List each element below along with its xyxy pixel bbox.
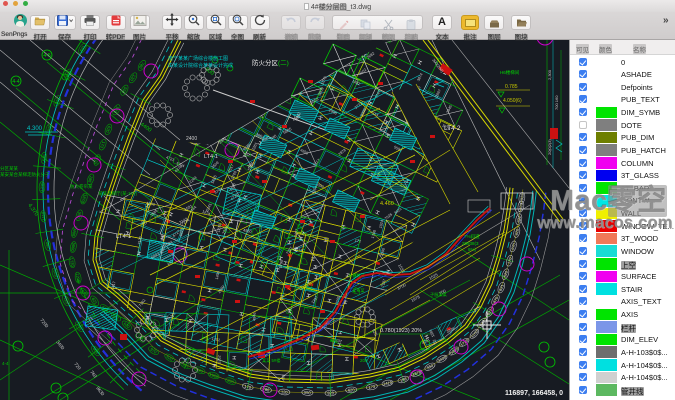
svg-text:某草某: 某草某 <box>352 287 365 294</box>
svg-text:子服某某: 子服某某 <box>430 291 448 298</box>
svg-text:550: 550 <box>304 390 312 396</box>
svg-text:1720: 1720 <box>39 182 44 192</box>
svg-text:20|0|2(3): 20|0|2(3) <box>547 138 552 155</box>
svg-text:LT4-1: LT4-1 <box>116 234 132 240</box>
svg-text:6%): 6%) <box>468 247 477 252</box>
svg-text:920: 920 <box>327 390 335 395</box>
svg-text:700 160: 700 160 <box>554 95 559 110</box>
svg-text:2,300: 2,300 <box>547 69 552 80</box>
svg-text:4-5: 4-5 <box>43 53 50 59</box>
svg-text:0.780(1923) 20%: 0.780(1923) 20% <box>380 328 422 334</box>
svg-text:防火卷帘某: 防火卷帘某 <box>70 183 93 190</box>
svg-text:4846: 4846 <box>252 312 256 321</box>
svg-text:120: 120 <box>281 389 289 395</box>
svg-text:某某 5#楼: 某某 5#楼 <box>262 357 280 364</box>
svg-text:620: 620 <box>348 387 356 392</box>
svg-text:某某电梯厅(某-107): 某某电梯厅(某-107) <box>98 190 138 197</box>
svg-text:防火分区(二): 防火分区(二) <box>252 58 289 67</box>
svg-text:4.300: 4.300 <box>27 126 43 132</box>
svg-text:LT4-1: LT4-1 <box>204 154 218 160</box>
svg-text:7%斜道: 7%斜道 <box>464 233 480 240</box>
svg-text:1252: 1252 <box>217 355 221 364</box>
svg-text:0.785: 0.785 <box>505 84 518 90</box>
svg-text:200: 200 <box>360 358 368 363</box>
svg-text:29938(3: 29938(3 <box>462 241 479 246</box>
svg-text:4.460: 4.460 <box>380 201 394 207</box>
svg-text:由某设计院综合某某设计完成: 由某设计院综合某某设计完成 <box>168 62 233 69</box>
svg-text:分区某某: 分区某某 <box>0 165 18 172</box>
svg-text:某安某合某梯走防火分子: 某安某合某梯走防火分子 <box>0 171 50 178</box>
svg-text:南宁某某广场综合楼施工图: 南宁某某广场综合楼施工图 <box>168 55 228 62</box>
svg-text:1410: 1410 <box>40 211 46 221</box>
svg-text:2400: 2400 <box>186 136 197 142</box>
svg-text:4-4: 4-4 <box>2 361 9 366</box>
svg-text:300: 300 <box>330 338 338 343</box>
svg-text:H6楼梯间: H6楼梯间 <box>500 69 520 76</box>
svg-text:LT4-2: LT4-2 <box>444 125 461 132</box>
svg-text:4-4: 4-4 <box>12 79 19 85</box>
svg-text:116897, 166458, 0: 116897, 166458, 0 <box>505 390 563 397</box>
svg-text:4.050(6): 4.050(6) <box>503 98 522 104</box>
